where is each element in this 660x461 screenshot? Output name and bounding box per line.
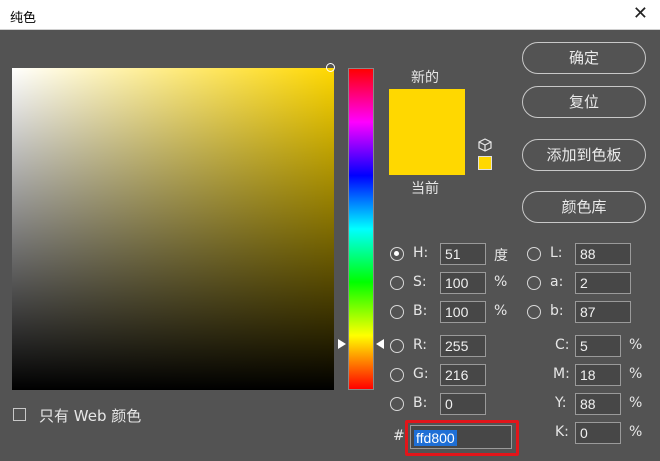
hue-slider[interactable]: [348, 68, 374, 390]
label-a: a:: [550, 274, 564, 290]
color-field-cursor-icon[interactable]: [326, 63, 335, 72]
unit-k: %: [629, 424, 643, 440]
web-only-checkbox[interactable]: [13, 408, 26, 421]
label-b: B:: [413, 303, 428, 319]
hex-input[interactable]: ffd800: [410, 425, 512, 449]
label-k: K:: [555, 424, 569, 440]
label-c: C:: [555, 337, 570, 353]
input-m[interactable]: 18: [575, 364, 621, 386]
hue-slider-right-arrow-icon[interactable]: [376, 339, 384, 349]
label-rgb-b: B:: [413, 395, 428, 411]
unit-c: %: [629, 337, 643, 353]
add-to-swatches-button[interactable]: 添加到色板: [522, 139, 646, 171]
websafe-color-swatch[interactable]: [478, 156, 492, 170]
title-bar: 纯色 ✕: [0, 0, 660, 30]
label-h: H:: [413, 245, 429, 261]
color-field[interactable]: [12, 68, 334, 390]
hue-slider-left-arrow-icon[interactable]: [338, 339, 346, 349]
current-color-label: 当前: [411, 181, 439, 197]
label-r: R:: [413, 337, 428, 353]
new-color-swatch: [389, 89, 465, 127]
input-h[interactable]: 51: [440, 243, 486, 265]
radio-lab-b[interactable]: [527, 305, 541, 319]
unit-s: %: [494, 274, 508, 290]
unit-y: %: [629, 395, 643, 411]
radio-l[interactable]: [527, 247, 541, 261]
current-color-swatch[interactable]: [389, 127, 465, 175]
input-l[interactable]: 88: [575, 243, 631, 265]
radio-b[interactable]: [390, 305, 404, 319]
web-only-label: 只有 Web 颜色: [39, 407, 142, 425]
label-s: S:: [413, 274, 427, 290]
label-l: L:: [550, 245, 563, 261]
input-b[interactable]: 100: [440, 301, 486, 323]
input-k[interactable]: 0: [575, 422, 621, 444]
input-g[interactable]: 216: [440, 364, 486, 386]
radio-h[interactable]: [390, 247, 404, 261]
radio-r[interactable]: [390, 339, 404, 353]
unit-m: %: [629, 366, 643, 382]
radio-g[interactable]: [390, 368, 404, 382]
label-g: G:: [413, 366, 429, 382]
ok-button[interactable]: 确定: [522, 42, 646, 74]
input-r[interactable]: 255: [440, 335, 486, 357]
new-color-label: 新的: [411, 70, 439, 86]
hex-value-selected: ffd800: [414, 430, 457, 446]
hex-prefix: #: [393, 428, 405, 444]
window-title: 纯色: [10, 11, 37, 26]
unit-b: %: [494, 303, 508, 319]
reset-button[interactable]: 复位: [522, 86, 646, 118]
radio-rgb-b[interactable]: [390, 397, 404, 411]
radio-s[interactable]: [390, 276, 404, 290]
input-y[interactable]: 88: [575, 393, 621, 415]
input-c[interactable]: 5: [575, 335, 621, 357]
color-libraries-button[interactable]: 颜色库: [522, 191, 646, 223]
label-lab-b: b:: [550, 303, 564, 319]
unit-h: 度: [494, 248, 508, 264]
input-a[interactable]: 2: [575, 272, 631, 294]
input-lab-b[interactable]: 87: [575, 301, 631, 323]
input-rgb-b[interactable]: 0: [440, 393, 486, 415]
input-s[interactable]: 100: [440, 272, 486, 294]
radio-a[interactable]: [527, 276, 541, 290]
label-y: Y:: [555, 395, 567, 411]
close-icon[interactable]: ✕: [633, 3, 648, 25]
cube-icon[interactable]: [478, 138, 492, 152]
label-m: M:: [553, 366, 570, 382]
